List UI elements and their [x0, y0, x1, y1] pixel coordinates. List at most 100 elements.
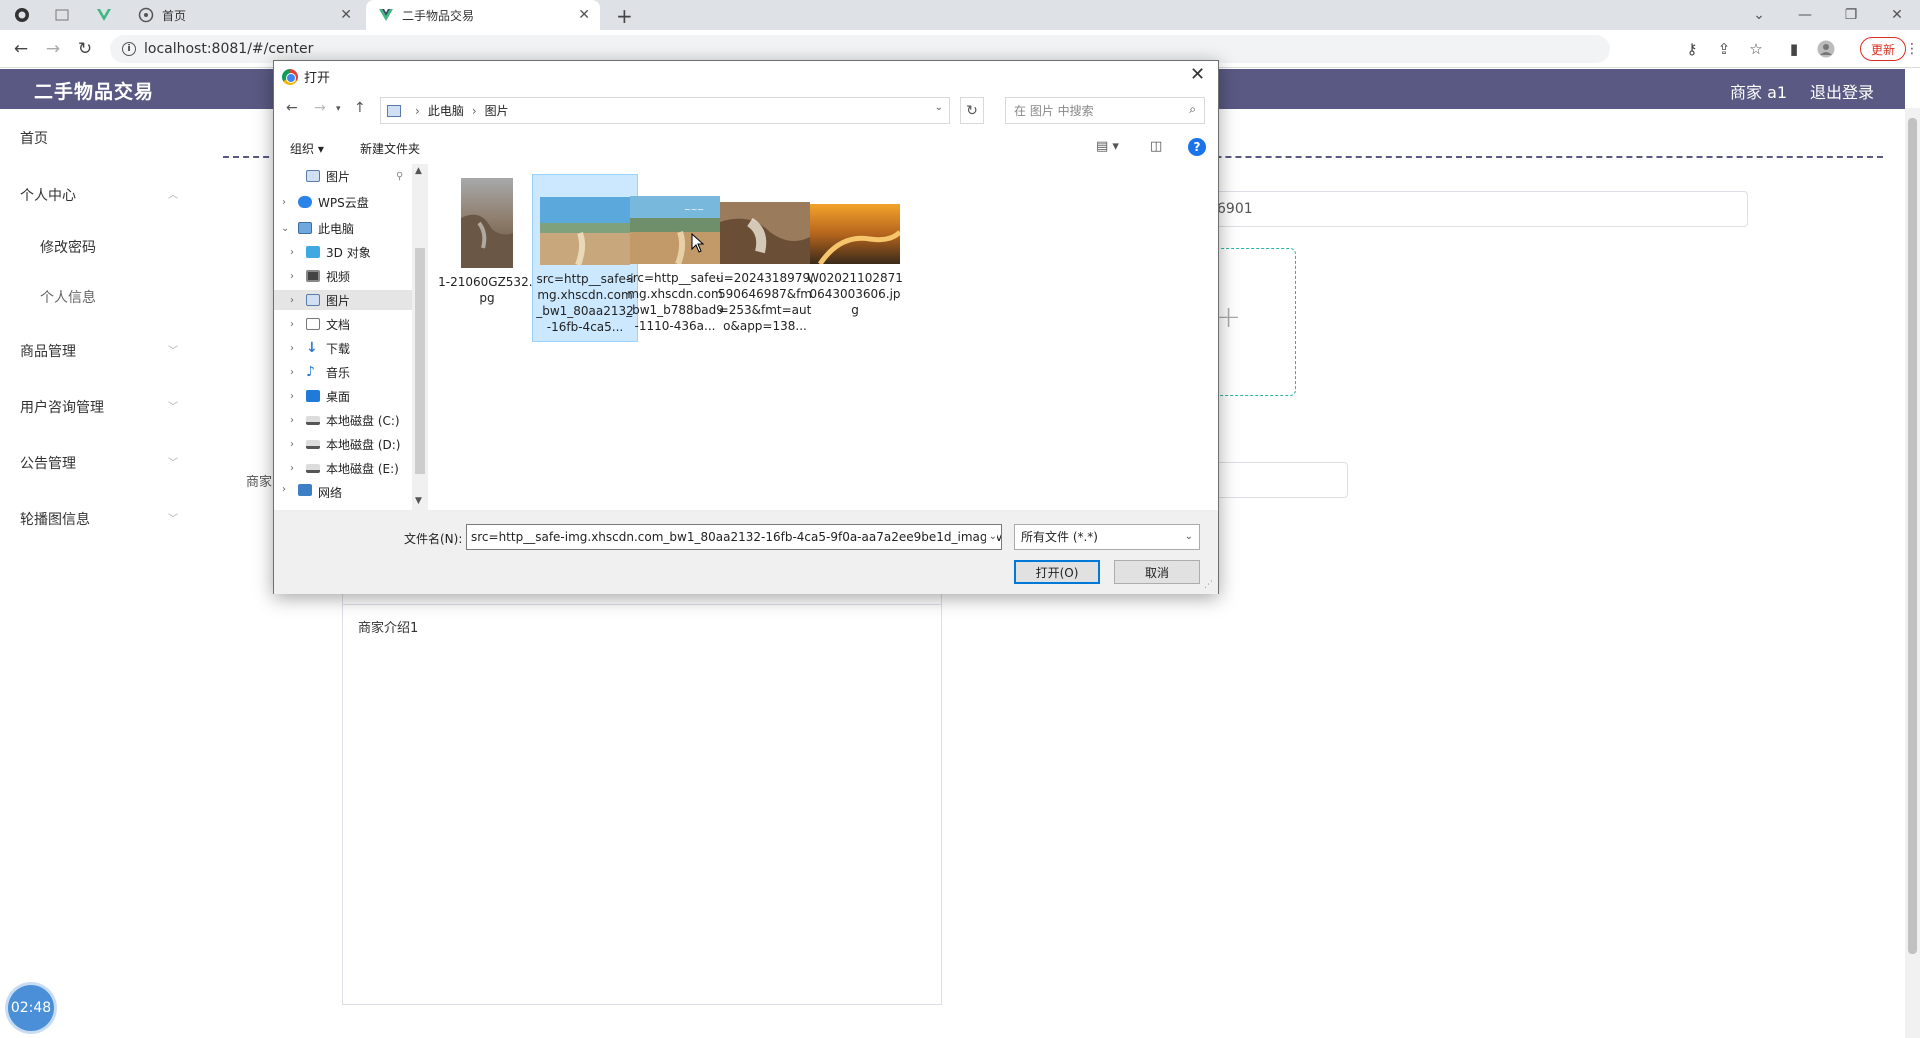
- info-icon[interactable]: i: [122, 42, 136, 56]
- profile-icon[interactable]: [1816, 39, 1836, 59]
- help-icon[interactable]: ?: [1188, 138, 1206, 156]
- breadcrumb-pc[interactable]: 此电脑: [428, 102, 464, 119]
- breadcrumb[interactable]: › 此电脑 › 图片 ⌄: [380, 97, 950, 124]
- up-folder-icon[interactable]: ↑: [354, 100, 366, 116]
- open-button[interactable]: 打开(O): [1014, 560, 1100, 584]
- tree-item-drive-e[interactable]: › 本地磁盘 (E:): [274, 458, 412, 478]
- search-input[interactable]: 在 图片 中搜索 ⌕: [1005, 97, 1205, 124]
- refresh-icon[interactable]: ↻: [960, 97, 984, 124]
- reload-icon[interactable]: ↻: [74, 38, 96, 60]
- update-button[interactable]: 更新 ⋮: [1860, 37, 1919, 61]
- account-field[interactable]: 6901: [1150, 191, 1748, 227]
- forward-icon[interactable]: →: [314, 100, 326, 116]
- intro-editor[interactable]: [342, 604, 942, 1005]
- organize-button[interactable]: 组织 ▾: [290, 140, 324, 157]
- tab-pinned-github[interactable]: [14, 0, 40, 30]
- close-tab-icon[interactable]: ✕: [578, 7, 590, 23]
- tab-active[interactable]: 二手物品交易 ✕: [366, 0, 600, 30]
- preview-pane-icon[interactable]: ◫: [1150, 139, 1162, 154]
- expand-icon[interactable]: ›: [290, 247, 294, 258]
- collapse-icon[interactable]: ⌄: [281, 223, 289, 234]
- expand-icon[interactable]: ›: [290, 343, 294, 354]
- close-tab-icon[interactable]: ✕: [340, 7, 352, 23]
- breadcrumb-pictures[interactable]: 图片: [485, 102, 509, 119]
- tree-item-downloads[interactable]: › ↓ 下载: [274, 338, 412, 358]
- address-bar[interactable]: i localhost:8081/#/center: [110, 35, 1610, 63]
- tree-scrollbar[interactable]: ▲ ▼: [412, 164, 428, 510]
- sidebar-item-carousel[interactable]: 轮播图信息: [20, 509, 90, 529]
- expand-icon[interactable]: ›: [290, 439, 294, 450]
- sidebar-item-consult[interactable]: 用户咨询管理: [20, 397, 104, 417]
- tree-label: 视频: [326, 269, 351, 284]
- expand-icon[interactable]: ›: [290, 319, 294, 330]
- expand-icon[interactable]: ›: [290, 295, 294, 306]
- page-scrollbar[interactable]: [1905, 108, 1920, 1038]
- new-tab-icon[interactable]: +: [616, 4, 633, 28]
- tab-search-icon[interactable]: ⌄: [1736, 0, 1782, 30]
- back-icon[interactable]: ←: [10, 38, 32, 60]
- breadcrumb-separator: ›: [415, 103, 420, 118]
- side-panel-icon[interactable]: ▮: [1784, 39, 1804, 59]
- sidebar-item-personal-info[interactable]: 个人信息: [40, 287, 96, 307]
- page-scroll-thumb[interactable]: [1908, 118, 1917, 954]
- tree-item-pictures[interactable]: › 图片: [274, 290, 412, 310]
- minimize-icon[interactable]: —: [1782, 0, 1828, 30]
- tree-scroll-thumb[interactable]: [415, 248, 425, 474]
- expand-icon[interactable]: ›: [290, 391, 294, 402]
- expand-icon[interactable]: ›: [282, 197, 286, 208]
- resize-grip-icon[interactable]: ⋰: [1204, 580, 1213, 590]
- recent-locations-icon[interactable]: ▾: [336, 104, 341, 114]
- expand-icon[interactable]: ›: [290, 367, 294, 378]
- tree-item-desktop[interactable]: › 桌面: [274, 386, 412, 406]
- tree-label: 音乐: [326, 365, 351, 380]
- tree-item-music[interactable]: › ♪ 音乐: [274, 362, 412, 382]
- videos-icon: [306, 270, 320, 282]
- filename-input[interactable]: src=http__safe-img.xhscdn.com_bw1_80aa21…: [466, 524, 1002, 550]
- tree-item-network[interactable]: › 网络: [274, 484, 412, 498]
- sidebar-item-personal-center[interactable]: 个人中心: [20, 185, 76, 205]
- chevron-down-icon[interactable]: ⌄: [985, 525, 997, 549]
- tree-item-videos[interactable]: › 视频: [274, 266, 412, 286]
- filetype-select[interactable]: 所有文件 (*.*) ⌄: [1014, 524, 1200, 550]
- scroll-down-icon[interactable]: ▼: [415, 496, 422, 506]
- key-icon[interactable]: ⚷: [1682, 39, 1702, 59]
- cancel-button[interactable]: 取消: [1114, 560, 1200, 584]
- filename-value: src=http__safe-img.xhscdn.com_bw1_80aa21…: [471, 530, 1002, 544]
- forward-icon[interactable]: →: [42, 38, 64, 60]
- restore-icon[interactable]: ❐: [1828, 0, 1874, 30]
- new-folder-button[interactable]: 新建文件夹: [360, 140, 420, 157]
- tree-item-documents[interactable]: › 文档: [274, 314, 412, 334]
- close-dialog-icon[interactable]: ✕: [1190, 64, 1205, 85]
- tree-item-wps-cloud[interactable]: › WPS云盘: [274, 192, 412, 212]
- view-options-icon[interactable]: ▤ ▾: [1096, 139, 1119, 154]
- tab-pinned-vue[interactable]: [96, 0, 122, 30]
- account-field-value: 6901: [1217, 201, 1253, 217]
- logout-link[interactable]: 退出登录: [1810, 79, 1874, 103]
- scroll-up-icon[interactable]: ▲: [415, 166, 422, 176]
- close-window-icon[interactable]: ✕: [1874, 0, 1920, 30]
- sidebar-item-home[interactable]: 首页: [20, 128, 48, 148]
- chevron-down-icon[interactable]: ⌄: [935, 102, 943, 113]
- bookmark-star-icon[interactable]: ☆: [1746, 39, 1766, 59]
- expand-icon[interactable]: ›: [290, 271, 294, 282]
- tab-pinned-blank[interactable]: [54, 0, 80, 30]
- expand-icon[interactable]: ›: [290, 463, 294, 474]
- share-icon[interactable]: ⇪: [1714, 39, 1734, 59]
- vue-icon: [96, 7, 112, 23]
- expand-icon[interactable]: ›: [282, 484, 286, 495]
- sidebar-item-change-password[interactable]: 修改密码: [40, 237, 96, 257]
- tree-item-drive-c[interactable]: › 本地磁盘 (C:): [274, 410, 412, 430]
- tab-home[interactable]: 首页 ✕: [130, 0, 362, 30]
- sidebar-item-goods[interactable]: 商品管理: [20, 341, 76, 361]
- file-item[interactable]: 1-21060GZ532.jpg: [434, 174, 540, 342]
- file-thumbnail: ~~~: [630, 196, 720, 264]
- sidebar-item-notices[interactable]: 公告管理: [20, 453, 76, 473]
- tree-item-this-pc[interactable]: ⌄ 此电脑: [274, 218, 412, 238]
- expand-icon[interactable]: ›: [290, 415, 294, 426]
- tree-item-3d[interactable]: › 3D 对象: [274, 242, 412, 262]
- tree-item-drive-d[interactable]: › 本地磁盘 (D:): [274, 434, 412, 454]
- file-item[interactable]: W020211028710643003606.jpg: [802, 174, 908, 342]
- tree-item-pictures-quick[interactable]: 图片 ⚲: [274, 166, 412, 186]
- more-menu-icon[interactable]: ⋮: [1905, 41, 1919, 57]
- back-icon[interactable]: ←: [286, 100, 298, 116]
